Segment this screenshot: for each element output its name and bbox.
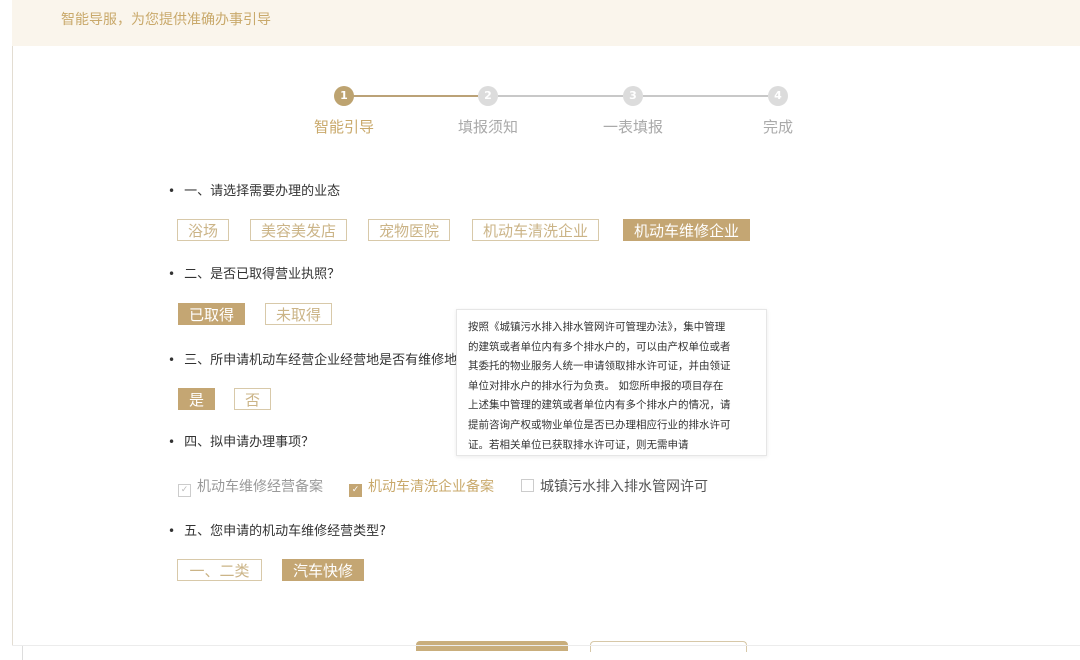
checkbox-repair-filing[interactable]: ✓ 机动车维修经营备案 [178, 476, 323, 497]
option-beauty-salon[interactable]: 美容美发店 [250, 219, 348, 241]
question-5-text: 五、您申请的机动车维修经营类型? [184, 524, 386, 539]
divider [22, 646, 23, 660]
page-header: 智能导服，为您提供准确办事引导 [12, 0, 1080, 46]
bullet: • [168, 184, 176, 198]
divider [12, 645, 1080, 646]
step-connector [353, 95, 478, 97]
step-1-label: 智能引导 [313, 118, 374, 136]
step-4-label: 完成 [762, 118, 793, 136]
checkbox-check-icon: ✓ [178, 484, 191, 497]
checkbox-empty-icon [521, 479, 534, 492]
step-3-label: 一表填报 [602, 118, 663, 136]
step-connector [643, 95, 768, 97]
bullet: • [168, 353, 176, 367]
option-obtained[interactable]: 已取得 [178, 303, 246, 325]
option-pet-hospital[interactable]: 宠物医院 [368, 219, 451, 241]
step-4-circle: 4 [768, 86, 788, 106]
question-2-text: 二、是否已取得营业执照？ [184, 267, 341, 282]
checkbox-label: 城镇污水排入排水管网许可 [540, 479, 708, 495]
option-car-repair[interactable]: 机动车维修企业 [623, 219, 751, 241]
tooltip-line: 的建筑或者单位内有多个排水户的，可以由产权单位或者 [468, 340, 731, 353]
question-1-text: 一、请选择需要办理的业态 [184, 184, 341, 199]
tooltip-line: 证。若相关单位已获取排水许可证，则无需申请 [468, 438, 689, 451]
tooltip-line: 提前咨询产权或物业单位是否已办理相应行业的排水许可 [468, 418, 731, 431]
tooltip-line: 单位对排水户的排水行为负责。 如您所申报的项目存在 [468, 379, 724, 392]
header-title: 智能导服，为您提供准确办事引导 [61, 12, 271, 28]
checkbox-wash-filing[interactable]: ✓ 机动车清洗企业备案 [349, 476, 494, 497]
checkbox-label: 机动车清洗企业备案 [368, 479, 494, 495]
bullet: • [168, 435, 176, 449]
question-5: • 五、您申请的机动车维修经营类型? [168, 520, 386, 539]
option-yes[interactable]: 是 [178, 388, 216, 410]
question-4: • 四、拟申请办理事项？ [168, 431, 314, 450]
step-connector [498, 95, 623, 97]
option-quick-repair[interactable]: 汽车快修 [282, 559, 365, 581]
question-4-text: 四、拟申请办理事项？ [184, 435, 315, 450]
question-2: • 二、是否已取得营业执照？ [168, 263, 340, 282]
step-3-circle: 3 [623, 86, 643, 106]
bullet: • [168, 267, 176, 281]
option-not-obtained[interactable]: 未取得 [265, 303, 333, 325]
tooltip-line: 其委托的物业服务人统一申请领取排水许可证，并由领证 [468, 360, 731, 373]
next-step-button[interactable] [416, 641, 568, 651]
step-2-label: 填报须知 [457, 118, 518, 136]
question-3-text: 三、所申请机动车经营企业经营地是否有维修地 [184, 353, 458, 368]
sewage-permit-tooltip: 按照《城镇污水排入排水管网许可管理办法》，集中管理 的建筑或者单位内有多个排水户… [456, 309, 767, 456]
bullet: • [168, 524, 176, 538]
checkbox-check-icon: ✓ [349, 484, 362, 497]
step-2-circle: 2 [478, 86, 498, 106]
checkbox-sewage-permit[interactable]: 城镇污水排入排水管网许可 [521, 476, 708, 496]
tooltip-line: 上述集中管理的建筑或者单位内有多个排水户的情况，请 [468, 399, 731, 412]
tooltip-line: 按照《城镇污水排入排水管网许可管理办法》，集中管理 [468, 321, 726, 333]
option-class-1-2[interactable]: 一、二类 [177, 559, 262, 581]
option-no[interactable]: 否 [234, 388, 272, 410]
step-1-circle: 1 [334, 86, 354, 106]
secondary-button[interactable] [590, 641, 747, 652]
option-bathhouse[interactable]: 浴场 [177, 219, 230, 241]
checkbox-label: 机动车维修经营备案 [197, 479, 323, 495]
option-car-wash[interactable]: 机动车清洗企业 [472, 219, 600, 241]
question-1: • 一、请选择需要办理的业态 [168, 180, 340, 199]
question-3: • 三、所申请机动车经营企业经营地是否有维修地 [168, 349, 457, 368]
